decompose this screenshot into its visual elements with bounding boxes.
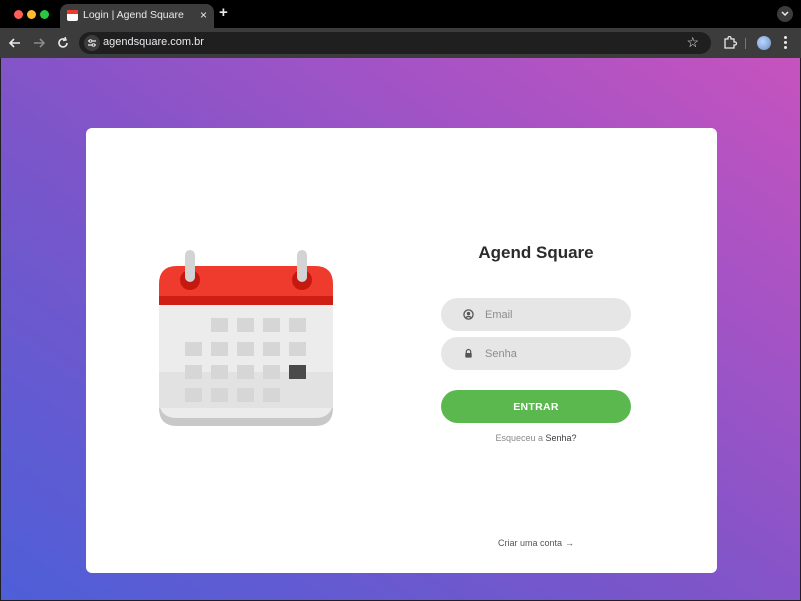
puzzle-icon [724, 35, 738, 49]
arrow-left-icon [8, 38, 20, 48]
more-menu-icon[interactable] [784, 36, 788, 50]
create-account-label[interactable]: Criar uma conta [498, 538, 562, 548]
email-field[interactable] [441, 298, 631, 331]
forgot-password: Esqueceu a Senha? [441, 433, 631, 443]
arrow-right-icon [34, 38, 46, 48]
tab-search-button[interactable] [777, 6, 793, 22]
site-info-button[interactable] [84, 35, 100, 51]
browser-tab-active[interactable]: Login | Agend Square × [60, 4, 214, 28]
browser-tab-bar: Login | Agend Square × + [0, 0, 801, 28]
tab-title: Login | Agend Square [83, 9, 184, 21]
address-bar[interactable]: agendsquare.com.br ☆ [79, 32, 711, 54]
app-title: Agend Square [478, 243, 594, 262]
reload-button[interactable] [55, 35, 71, 51]
back-button[interactable] [7, 35, 23, 51]
toolbar-divider [745, 38, 746, 49]
password-field[interactable] [441, 337, 631, 370]
calendar-illustration [159, 250, 333, 426]
page-background: Agend Square ENTRAR Esqueceu a Senha? Cr… [1, 58, 800, 600]
forward-button[interactable] [31, 35, 47, 51]
user-circle-icon [463, 309, 474, 320]
email-input[interactable] [485, 298, 615, 331]
bookmark-star-icon[interactable]: ☆ [686, 34, 699, 50]
browser-toolbar: agendsquare.com.br ☆ [0, 28, 801, 58]
extensions-button[interactable] [723, 35, 738, 50]
password-input[interactable] [485, 337, 615, 370]
chevron-down-icon [781, 11, 789, 17]
create-account-link[interactable]: Criar uma conta → [441, 538, 631, 548]
login-card: Agend Square ENTRAR Esqueceu a Senha? Cr… [86, 128, 717, 573]
lock-icon [465, 348, 472, 358]
url-text[interactable]: agendsquare.com.br [103, 36, 204, 48]
close-icon[interactable]: × [200, 8, 207, 22]
login-button[interactable]: ENTRAR [441, 390, 631, 423]
new-tab-button[interactable]: + [219, 5, 228, 21]
calendar-icon [67, 10, 78, 21]
window-zoom-button[interactable] [40, 10, 49, 19]
window-minimize-button[interactable] [27, 10, 36, 19]
reload-icon [58, 36, 68, 48]
forgot-password-prefix: Esqueceu a [495, 433, 543, 443]
tune-icon [88, 39, 96, 47]
forgot-password-link[interactable]: Senha? [546, 433, 577, 443]
profile-avatar[interactable] [757, 36, 771, 50]
window-close-button[interactable] [14, 10, 23, 19]
arrow-right-icon: → [565, 538, 575, 548]
